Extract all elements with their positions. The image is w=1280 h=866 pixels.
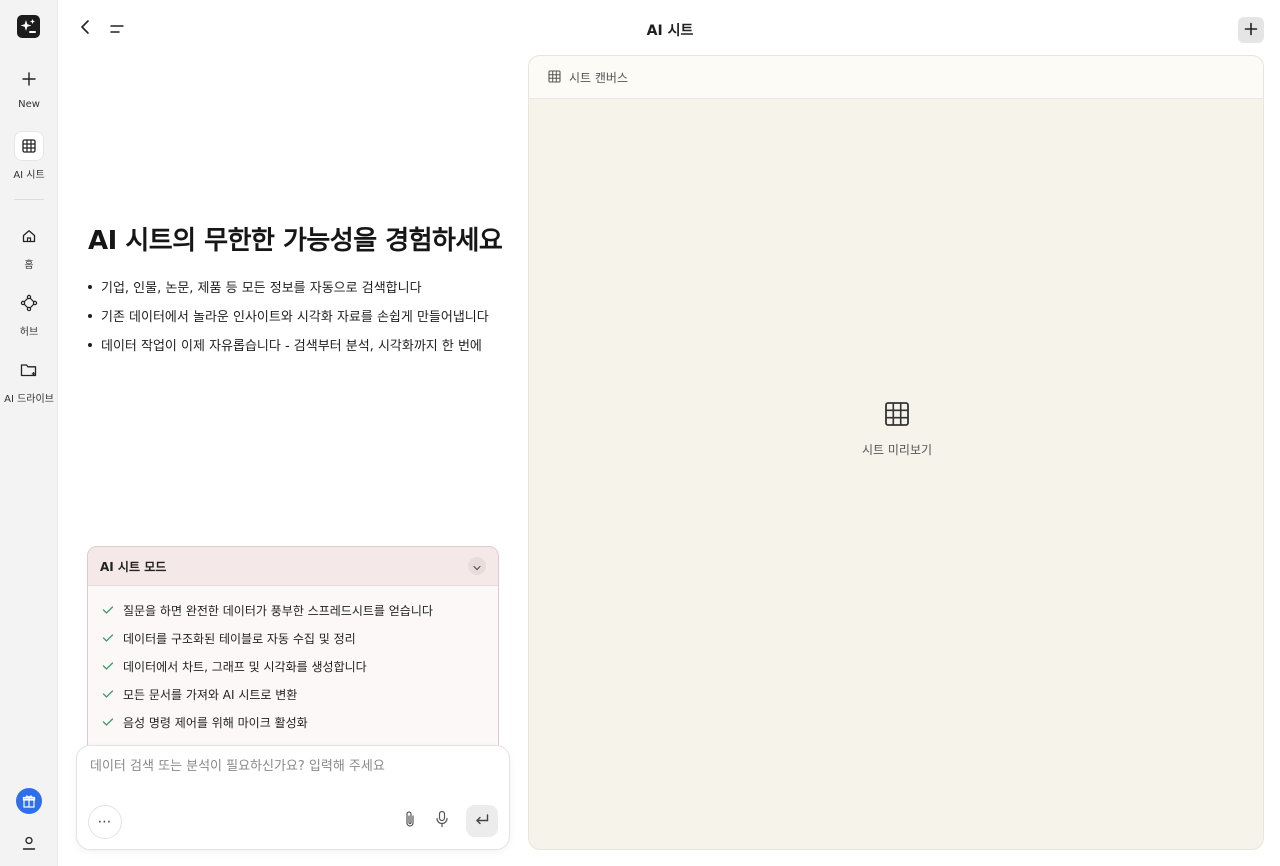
sidebar-divider bbox=[14, 199, 44, 200]
more-icon: ⋯ bbox=[97, 814, 113, 830]
sidebar-item-label: AI 시트 bbox=[13, 170, 45, 181]
chevron-left-icon bbox=[79, 19, 91, 39]
canvas-header: 시트 캔버스 bbox=[529, 56, 1263, 99]
prompt-input[interactable] bbox=[90, 759, 490, 774]
sidebar-item-label: 홈 bbox=[24, 260, 34, 271]
sparkle-logo-icon[interactable] bbox=[17, 15, 40, 38]
feature-item: 데이터 작업이 이제 자유롭습니다 - 검색부터 분석, 시각화까지 한 번에 bbox=[88, 330, 513, 359]
canvas-header-label: 시트 캔버스 bbox=[569, 70, 629, 85]
mode-feature-text: 데이터를 구조화된 테이블로 자동 수집 및 정리 bbox=[123, 631, 356, 646]
grid-icon bbox=[15, 132, 43, 160]
mode-feature-item: 모든 문서를 가져와 AI 시트로 변환 bbox=[102, 680, 498, 708]
feature-item: 기존 데이터에서 놀라운 인사이트와 시각화 자료를 손쉽게 만들어냅니다 bbox=[88, 301, 513, 330]
feature-item: 기업, 인물, 논문, 제품 등 모든 정보를 자동으로 검색합니다 bbox=[88, 272, 513, 301]
mode-feature-text: 모든 문서를 가져와 AI 시트로 변환 bbox=[123, 687, 298, 702]
sidebar-item-label: AI 드라이브 bbox=[4, 394, 54, 405]
menu-button[interactable] bbox=[106, 18, 128, 40]
mode-feature-text: 음성 명령 제어를 위해 마이크 활성화 bbox=[123, 715, 308, 730]
add-button[interactable] bbox=[1238, 17, 1264, 43]
home-icon bbox=[15, 222, 43, 250]
sidebar-item-hub[interactable]: 허브 bbox=[0, 289, 58, 338]
enter-icon bbox=[474, 812, 490, 831]
sidebar: New AI 시트 홈 허브 AI 드라이브 bbox=[0, 0, 58, 866]
mode-feature-text: 질문을 하면 완전한 데이터가 풍부한 스프레드시트를 얻습니다 bbox=[123, 603, 433, 618]
grid-icon bbox=[884, 401, 910, 431]
page-title: AI 시트 bbox=[646, 23, 694, 39]
menu-icon bbox=[109, 20, 125, 39]
mic-button[interactable] bbox=[431, 810, 453, 832]
check-icon bbox=[102, 659, 116, 673]
attach-button[interactable] bbox=[399, 810, 421, 832]
preview-label: 시트 미리보기 bbox=[861, 443, 933, 457]
check-icon bbox=[102, 687, 116, 701]
plus-icon bbox=[1244, 21, 1258, 40]
gift-icon[interactable] bbox=[16, 788, 42, 814]
mode-card-header[interactable]: AI 시트 모드 bbox=[88, 547, 498, 586]
mode-feature-text: 데이터에서 차트, 그래프 및 시각화를 생성합니다 bbox=[123, 659, 367, 674]
mode-feature-item: 데이터에서 차트, 그래프 및 시각화를 생성합니다 bbox=[102, 652, 498, 680]
check-icon bbox=[102, 715, 116, 729]
microphone-icon bbox=[435, 810, 449, 832]
sidebar-item-new[interactable]: New bbox=[0, 65, 58, 110]
paperclip-icon bbox=[404, 810, 416, 832]
mode-feature-item: 데이터를 구조화된 테이블로 자동 수집 및 정리 bbox=[102, 624, 498, 652]
more-options-button[interactable]: ⋯ bbox=[88, 805, 122, 839]
grid-icon bbox=[548, 68, 561, 87]
sheet-canvas: 시트 캔버스 시트 미리보기 bbox=[528, 55, 1264, 850]
plus-icon bbox=[15, 65, 43, 93]
folder-icon bbox=[15, 356, 43, 384]
back-button[interactable] bbox=[74, 18, 96, 40]
chat-composer: ⋯ bbox=[76, 745, 510, 850]
sidebar-item-label: 허브 bbox=[19, 327, 39, 338]
sidebar-item-home[interactable]: 홈 bbox=[0, 222, 58, 271]
hero-title: AI 시트의 무한한 가능성을 경험하세요 bbox=[88, 226, 503, 256]
check-icon bbox=[102, 603, 116, 617]
sidebar-item-ai-sheet[interactable]: AI 시트 bbox=[0, 132, 58, 181]
mode-card-title: AI 시트 모드 bbox=[100, 559, 167, 574]
feature-list: 기업, 인물, 논문, 제품 등 모든 정보를 자동으로 검색합니다 기존 데이… bbox=[88, 272, 513, 359]
send-button[interactable] bbox=[466, 805, 498, 837]
mode-card: AI 시트 모드 질문을 하면 완전한 데이터가 풍부한 스프레드시트를 얻습니… bbox=[87, 546, 499, 776]
check-icon bbox=[102, 631, 116, 645]
collapse-toggle[interactable] bbox=[468, 557, 486, 575]
sidebar-item-label: New bbox=[18, 99, 40, 110]
sidebar-item-ai-drive[interactable]: AI 드라이브 bbox=[0, 356, 58, 405]
chevron-down-icon bbox=[472, 557, 482, 576]
mode-feature-item: 질문을 하면 완전한 데이터가 풍부한 스프레드시트를 얻습니다 bbox=[102, 596, 498, 624]
mode-feature-list: 질문을 하면 완전한 데이터가 풍부한 스프레드시트를 얻습니다 데이터를 구조… bbox=[88, 586, 498, 736]
user-icon[interactable] bbox=[16, 830, 42, 856]
sheet-preview-placeholder: 시트 미리보기 bbox=[529, 401, 1263, 458]
hub-icon bbox=[15, 289, 43, 317]
mode-feature-item: 음성 명령 제어를 위해 마이크 활성화 bbox=[102, 708, 498, 736]
